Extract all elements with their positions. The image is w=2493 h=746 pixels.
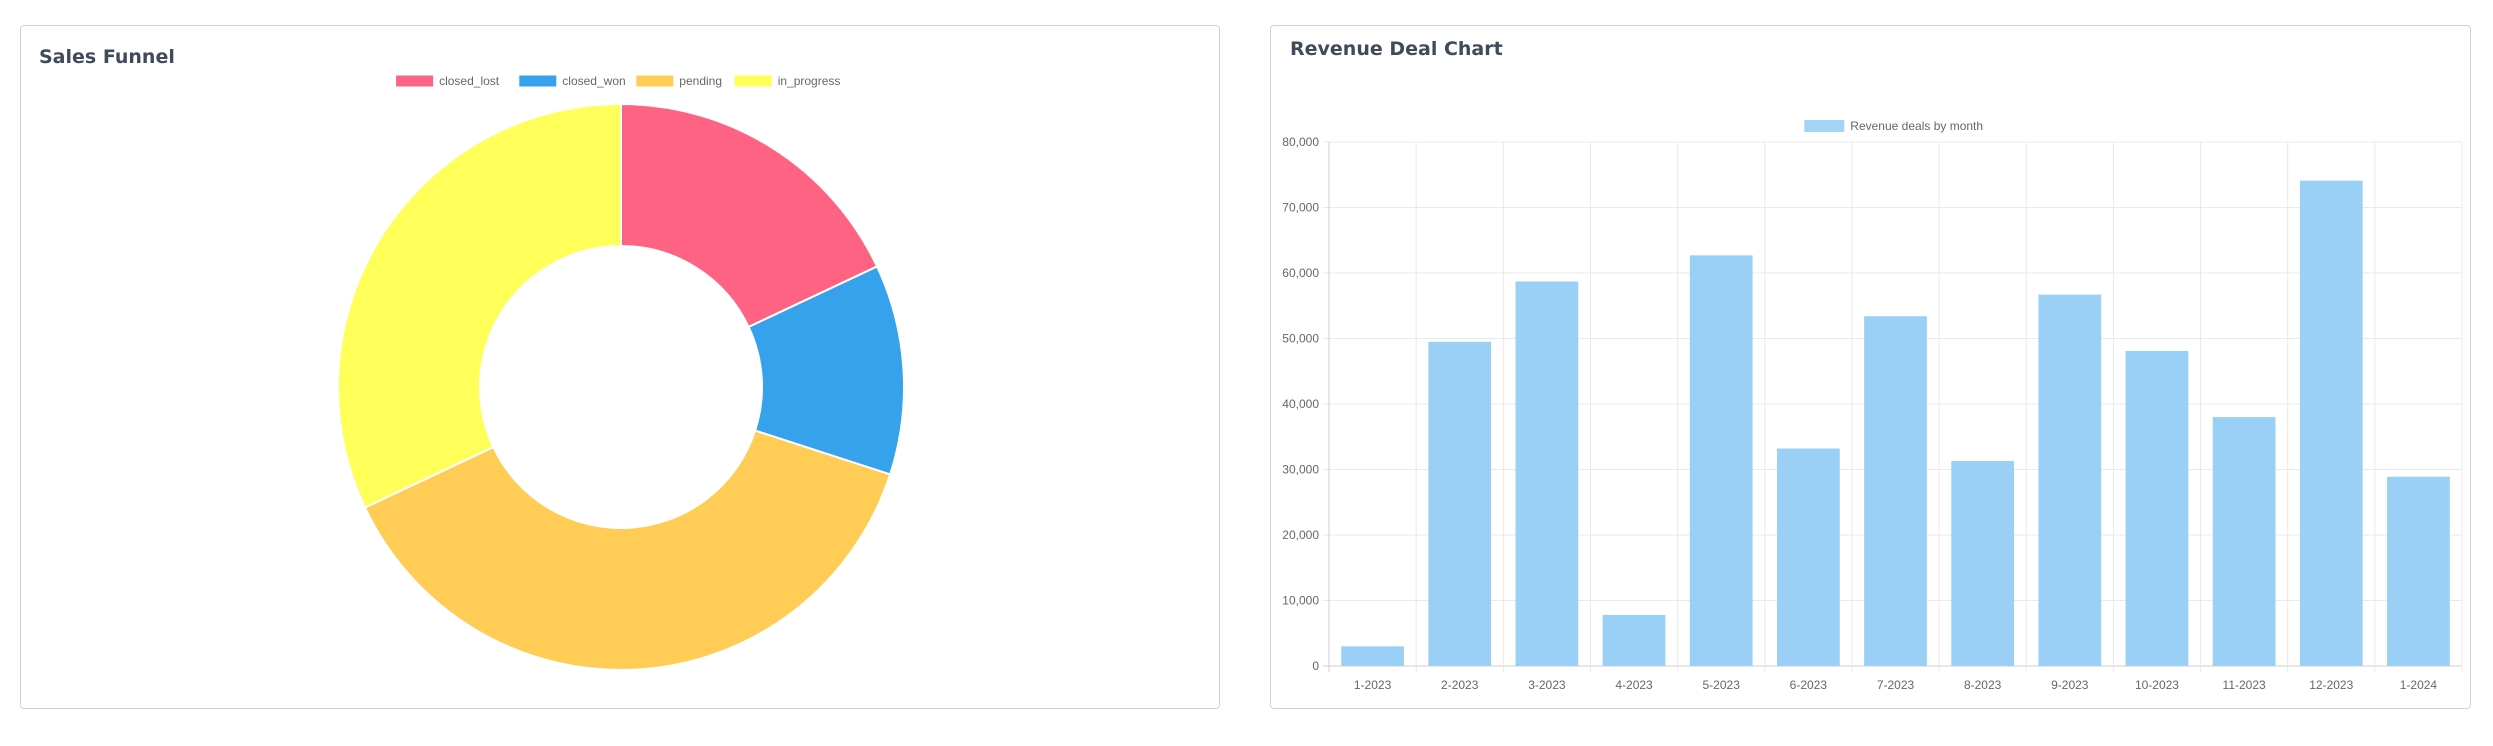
x-tick-label: 4-2023 bbox=[1615, 678, 1653, 692]
legend-item-closed-won[interactable]: closed_won bbox=[519, 74, 626, 88]
y-tick-label: 70,000 bbox=[1282, 201, 1319, 215]
bar-9-2023[interactable] bbox=[2038, 294, 2102, 666]
legend-swatch bbox=[1804, 120, 1845, 132]
legend-swatch bbox=[396, 75, 434, 87]
legend-label: closed_lost bbox=[439, 74, 500, 88]
bar-8-2023[interactable] bbox=[1951, 460, 2015, 666]
x-tick-label: 1-2024 bbox=[2400, 678, 2438, 692]
y-tick-label: 80,000 bbox=[1282, 135, 1319, 149]
bar-10-2023[interactable] bbox=[2125, 350, 2189, 666]
legend-label: pending bbox=[679, 74, 722, 88]
y-tick-label: 50,000 bbox=[1282, 332, 1319, 346]
bar-6-2023[interactable] bbox=[1776, 448, 1840, 666]
legend-swatch bbox=[519, 75, 557, 87]
x-tick-label: 2-2023 bbox=[1441, 678, 1479, 692]
y-tick-label: 30,000 bbox=[1282, 463, 1319, 477]
bar-1-2023[interactable] bbox=[1341, 646, 1404, 666]
bar-11-2023[interactable] bbox=[2212, 417, 2276, 666]
x-tick-label: 5-2023 bbox=[1703, 678, 1741, 692]
x-tick-label: 8-2023 bbox=[1964, 678, 2002, 692]
legend-label: in_progress bbox=[778, 74, 841, 88]
legend-item-closed-lost[interactable]: closed_lost bbox=[396, 74, 500, 88]
x-tick-label: 7-2023 bbox=[1877, 678, 1915, 692]
y-tick-label: 40,000 bbox=[1282, 397, 1319, 411]
x-tick-label: 12-2023 bbox=[2309, 678, 2353, 692]
y-tick-label: 0 bbox=[1312, 659, 1319, 673]
slice-in-progress[interactable] bbox=[337, 102, 622, 509]
bar-12-2023[interactable] bbox=[2299, 180, 2363, 666]
bar-7-2023[interactable] bbox=[1864, 316, 1927, 666]
legend-label: closed_won bbox=[562, 74, 625, 88]
bar-4-2023[interactable] bbox=[1602, 614, 1666, 666]
x-tick-label: 3-2023 bbox=[1528, 678, 1566, 692]
legend-swatch bbox=[636, 75, 674, 87]
legend-label: Revenue deals by month bbox=[1850, 119, 1983, 133]
revenue-deal-card: Revenue Deal Chart Revenue deals by mont… bbox=[1270, 25, 2471, 709]
x-tick-label: 6-2023 bbox=[1790, 678, 1828, 692]
sales-funnel-chart: closed_lost closed_won pending in_progress bbox=[337, 74, 905, 671]
legend-item-in-progress[interactable]: in_progress bbox=[734, 74, 841, 88]
bar-5-2023[interactable] bbox=[1689, 255, 1753, 666]
y-tick-label: 10,000 bbox=[1282, 594, 1319, 608]
y-tick-label: 20,000 bbox=[1282, 528, 1319, 542]
y-tick-label: 60,000 bbox=[1282, 266, 1319, 280]
x-tick-label: 9-2023 bbox=[2051, 678, 2089, 692]
x-tick-label: 11-2023 bbox=[2223, 678, 2266, 692]
sales-funnel-card: Sales Funnel closed_lost closed_won pendin… bbox=[20, 25, 1220, 709]
bar-3-2023[interactable] bbox=[1515, 281, 1579, 666]
legend-item-pending[interactable]: pending bbox=[636, 74, 722, 88]
x-tick-label: 10-2023 bbox=[2135, 678, 2179, 692]
revenue-deal-chart: Revenue deals by month 0 10,000 20,000 30,00… bbox=[1282, 119, 2463, 692]
bar-1-2024[interactable] bbox=[2387, 476, 2450, 666]
legend-item-revenue-deals-by-month[interactable]: Revenue deals by month bbox=[1804, 119, 1983, 133]
bar-2-2023[interactable] bbox=[1428, 341, 1492, 666]
x-tick-label: 1-2023 bbox=[1354, 678, 1392, 692]
legend-swatch bbox=[734, 75, 772, 87]
